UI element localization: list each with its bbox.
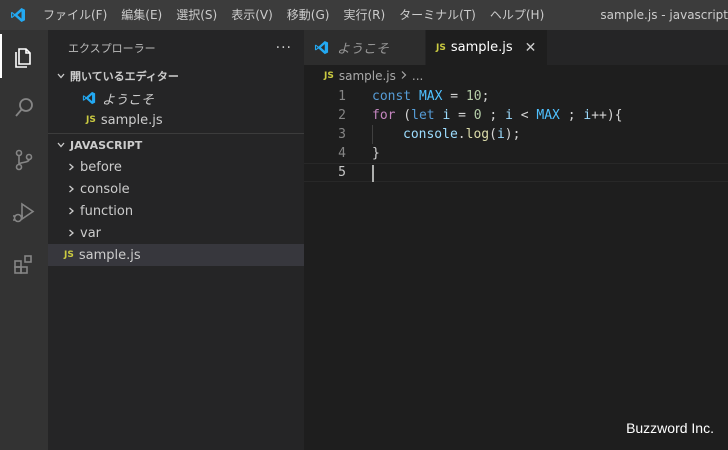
- source-control-icon[interactable]: [0, 134, 48, 186]
- menu-selection[interactable]: 選択(S): [169, 0, 224, 30]
- open-editor-item-sample-js[interactable]: JS sample.js: [48, 109, 304, 131]
- indent-guide: [372, 125, 373, 144]
- code-line: 2 for (let i = 0 ; i < MAX ; i++){: [304, 106, 728, 125]
- folder-name: console: [80, 181, 130, 197]
- run-debug-icon[interactable]: [0, 186, 48, 238]
- tab-welcome[interactable]: ようこそ: [304, 30, 426, 65]
- menu-run[interactable]: 実行(R): [336, 0, 392, 30]
- js-file-icon: JS: [436, 42, 446, 53]
- js-file-icon: JS: [64, 250, 74, 260]
- file-name: sample.js: [78, 247, 141, 263]
- text-cursor: [372, 165, 374, 182]
- code-line: 4 }: [304, 144, 728, 163]
- explorer-icon[interactable]: [0, 30, 48, 82]
- chevron-right-icon: [64, 228, 78, 238]
- explorer-sidebar: エクスプローラー ··· 開いているエディター ようこそ JS sample.j…: [48, 30, 304, 450]
- chevron-down-icon: [54, 71, 68, 81]
- close-icon[interactable]: ✕: [525, 40, 537, 56]
- breadcrumb: JS sample.js ...: [304, 65, 728, 87]
- title-bar: ファイル(F) 編集(E) 選択(S) 表示(V) 移動(G) 実行(R) ター…: [0, 0, 728, 30]
- file-item-sample-js[interactable]: JS sample.js: [48, 244, 304, 266]
- menu-go[interactable]: 移動(G): [280, 0, 337, 30]
- sidebar-header: エクスプローラー ···: [48, 30, 304, 65]
- watermark: Buzzword Inc.: [626, 420, 714, 436]
- tab-label: ようこそ: [337, 42, 390, 57]
- window-title: sample.js - javascript: [600, 8, 728, 22]
- js-file-icon: JS: [86, 115, 96, 125]
- tab-label: sample.js: [450, 40, 513, 55]
- folder-name: before: [80, 159, 122, 175]
- menu-help[interactable]: ヘルプ(H): [483, 0, 551, 30]
- vscode-icon: [82, 91, 96, 105]
- chevron-right-icon: [64, 206, 78, 216]
- code-text: for (let i = 0 ; i < MAX ; i++){: [372, 108, 623, 123]
- open-editor-label: ようこそ: [102, 92, 155, 108]
- sidebar-title: エクスプローラー: [68, 41, 156, 55]
- vscode-logo-icon: [0, 0, 36, 30]
- js-file-icon: JS: [324, 71, 334, 81]
- folder-item-var[interactable]: var: [48, 222, 304, 244]
- menu-file[interactable]: ファイル(F): [36, 0, 114, 30]
- menu-terminal[interactable]: ターミナル(T): [392, 0, 483, 30]
- chevron-right-icon: [400, 69, 408, 83]
- chevron-right-icon: [64, 184, 78, 194]
- folder-name: function: [80, 203, 134, 219]
- open-editors-header[interactable]: 開いているエディター: [48, 65, 304, 87]
- open-editor-item-welcome[interactable]: ようこそ: [48, 87, 304, 109]
- folder-item-function[interactable]: function: [48, 200, 304, 222]
- folder-name: var: [80, 225, 102, 241]
- chevron-right-icon: [64, 162, 78, 172]
- line-number: 2: [338, 108, 346, 123]
- open-editors-label: 開いているエディター: [70, 70, 179, 83]
- vscode-icon: [314, 40, 329, 55]
- menu-edit[interactable]: 編集(E): [114, 0, 169, 30]
- code-editor[interactable]: 1 const MAX = 10; 2 for (let i = 0 ; i <…: [304, 87, 728, 450]
- open-editor-label: sample.js: [100, 112, 163, 128]
- more-actions-icon[interactable]: ···: [276, 40, 292, 56]
- code-text: const MAX = 10;: [372, 89, 490, 104]
- line-number: 4: [338, 146, 346, 161]
- menu-view[interactable]: 表示(V): [224, 0, 280, 30]
- editor-tabs: ようこそ JS sample.js ✕: [304, 30, 728, 65]
- line-number: 3: [338, 127, 346, 142]
- folder-label: JAVASCRIPT: [70, 138, 143, 152]
- breadcrumb-file[interactable]: sample.js: [339, 69, 396, 83]
- code-line: 1 const MAX = 10;: [304, 87, 728, 106]
- line-number: 1: [338, 89, 346, 104]
- search-icon[interactable]: [0, 82, 48, 134]
- code-line: 3 console.log(i);: [304, 125, 728, 144]
- folder-item-console[interactable]: console: [48, 178, 304, 200]
- code-line-current: 5: [304, 163, 728, 182]
- activity-bar: [0, 30, 48, 450]
- line-number: 5: [338, 165, 346, 180]
- code-text: console.log(i);: [403, 127, 521, 142]
- extensions-icon[interactable]: [0, 238, 48, 290]
- tab-sample-js[interactable]: JS sample.js ✕: [426, 30, 548, 65]
- menu-bar: ファイル(F) 編集(E) 選択(S) 表示(V) 移動(G) 実行(R) ター…: [36, 0, 551, 30]
- folder-header-javascript[interactable]: JAVASCRIPT: [48, 134, 304, 156]
- code-text: }: [372, 146, 380, 161]
- breadcrumb-symbols[interactable]: ...: [412, 69, 423, 83]
- chevron-down-icon: [54, 140, 68, 150]
- folder-item-before[interactable]: before: [48, 156, 304, 178]
